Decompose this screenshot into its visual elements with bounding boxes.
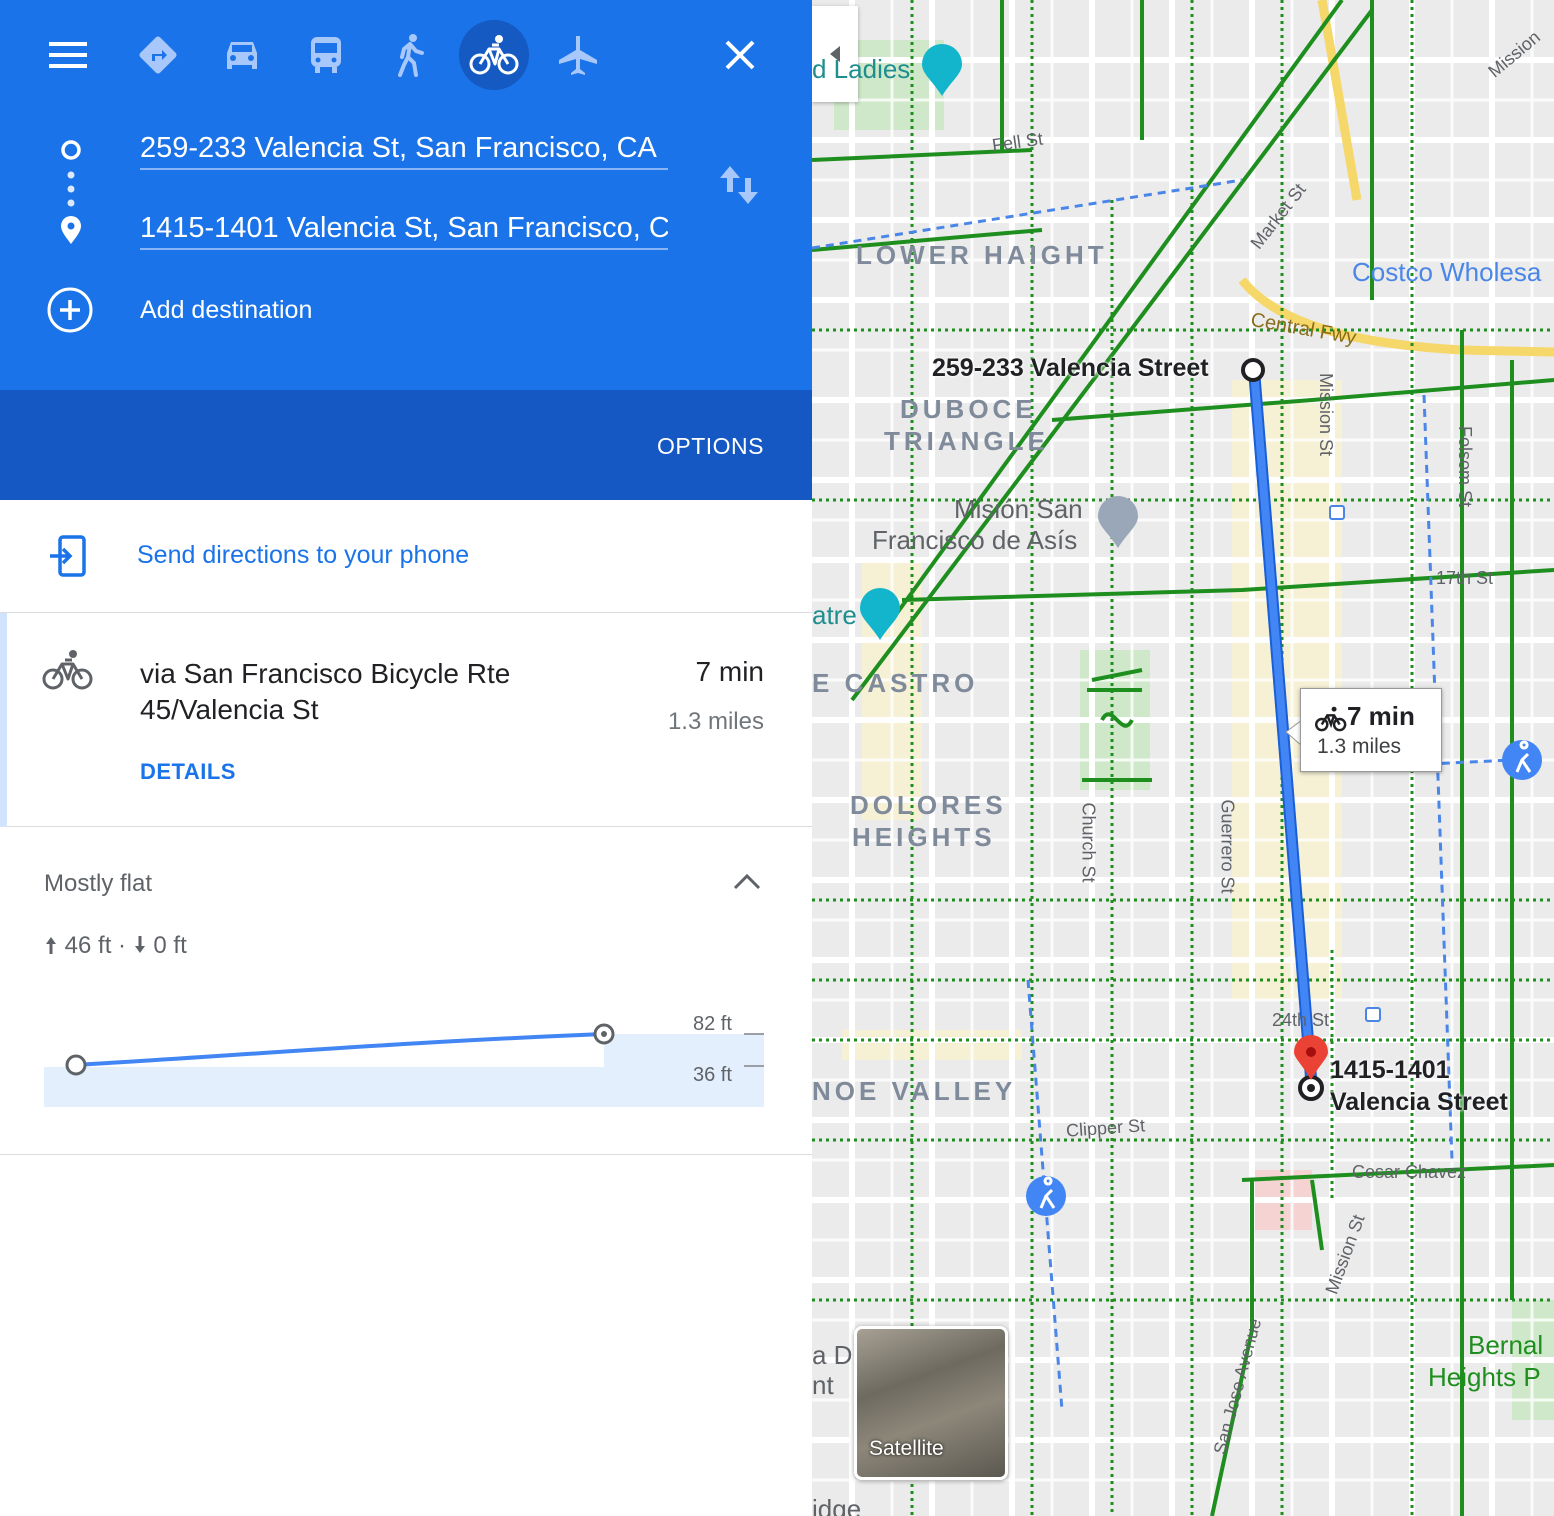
street-folsom: Folsom St [1455,425,1476,508]
send-to-phone-link[interactable]: Send directions to your phone [137,541,469,570]
route-bicycle-icon [42,648,94,697]
neighborhood-triangle: TRIANGLE [884,426,1049,456]
neighborhood-heights: HEIGHTS [852,822,996,852]
origin-field[interactable]: 259-233 Valencia St, San Francisco, CA [140,130,668,170]
street-cesar-chavez: Cesar Chavez [1352,1162,1467,1182]
satellite-label: Satellite [869,1437,944,1460]
street-24th: 24th St [1272,1010,1330,1030]
travel-mode-bar [0,0,812,110]
best-route-mode-button[interactable] [123,20,193,90]
descent-value: 0 ft [153,932,187,959]
poi-theatre[interactable]: atre [812,600,857,631]
satellite-toggle[interactable]: Satellite [854,1326,1008,1480]
arrow-up-icon [46,937,56,954]
street-17th: 17th St [1436,568,1494,588]
map-canvas[interactable]: LOWER HAIGHT DUBOCE TRIANGLE E CASTRO DO… [812,0,1554,1516]
destination-pin-icon [1294,1035,1328,1080]
neighborhood-noe-valley: NOE VALLEY [812,1076,1017,1106]
arrow-down-icon [134,936,145,953]
collapse-elevation-button[interactable] [732,872,762,897]
elevation-stats: 46 ft · 0 ft [44,932,187,960]
poi-bernal-line1[interactable]: Bernal [1468,1330,1543,1361]
walking-icon [398,34,424,77]
transit-icon [311,37,341,73]
route-start-label: 259-233 Valencia Street [932,354,1209,382]
neighborhood-duboce: DUBOCE [900,394,1037,424]
elevation-max-label: 82 ft [693,1013,732,1035]
route-name: via San Francisco Bicycle Rte 45/Valenci… [140,658,511,725]
directions-icon [139,36,177,74]
route-end-label-line1: 1415-1401 [1330,1056,1450,1084]
callout-bicycle-icon [1315,706,1347,732]
options-button[interactable]: OPTIONS [657,433,764,460]
add-destination-label[interactable]: Add destination [140,296,312,325]
elevation-title: Mostly flat [44,870,153,897]
menu-icon [49,42,87,68]
send-to-phone-icon [48,534,88,583]
poi-partial-2: nt [812,1370,834,1400]
walking-mode-button[interactable] [375,20,445,90]
callout-time: 7 min [1347,701,1415,731]
poi-partial-1: a D [812,1340,853,1370]
transit-mode-button[interactable] [291,20,361,90]
add-circle-icon [47,287,93,333]
poi-partial-3: idge [812,1494,862,1516]
neighborhood-lower-haight: LOWER HAIGHT [856,240,1108,270]
directions-panel: 259-233 Valencia St, San Francisco, CA 1… [0,0,812,1516]
route-time-callout[interactable]: 7 min 1.3 miles [1300,688,1442,772]
stats-separator: · [118,932,127,959]
add-destination-button[interactable] [46,286,94,339]
poi-mision-line1[interactable]: Misión San [954,494,1083,525]
ascent-value: 46 ft [64,932,112,959]
street-guerrero: Guerrero St [1217,799,1238,894]
street-church: Church St [1078,802,1099,883]
elevation-chart [44,1010,764,1110]
poi-bernal-line2[interactable]: Heights P [1428,1362,1541,1393]
route-start-marker [1241,358,1265,382]
selected-route-indicator [0,613,7,827]
menu-button[interactable] [33,20,103,90]
route-time: 7 min [695,656,764,687]
route-points-icon [61,140,81,244]
cycling-mode-button[interactable] [459,20,529,90]
map-base-layer [812,0,1554,1516]
swap-button[interactable] [716,162,762,213]
flights-mode-button[interactable] [543,20,613,90]
destination-field[interactable]: 1415-1401 Valencia St, San Francisco, C [140,210,668,250]
car-icon [227,42,257,69]
close-icon [725,40,755,70]
close-directions-button[interactable] [705,20,775,90]
directions-header: 259-233 Valencia St, San Francisco, CA 1… [0,0,812,390]
street-mission: Mission St [1316,372,1337,457]
details-link[interactable]: DETAILS [140,759,236,785]
swap-icon [720,166,758,204]
bicycle-icon [469,35,519,75]
neighborhood-dolores: DOLORES [850,790,1007,820]
chevron-up-icon [733,873,761,890]
callout-distance: 1.3 miles [1317,735,1402,758]
elevation-min-label: 36 ft [693,1064,732,1086]
poi-painted-ladies[interactable]: d Ladies [812,54,910,85]
elevation-start-point [65,1054,87,1076]
neighborhood-castro: E CASTRO [812,668,979,698]
elevation-profile-line [75,1032,605,1067]
route-end-label-line2: Valencia Street [1330,1088,1508,1116]
poi-mision-line2[interactable]: Francisco de Asís [872,525,1077,556]
route-distance: 1.3 miles [667,708,764,735]
poi-costco[interactable]: Costco Wholesa [1352,257,1541,288]
plane-icon [559,36,597,75]
driving-mode-button[interactable] [207,20,277,90]
